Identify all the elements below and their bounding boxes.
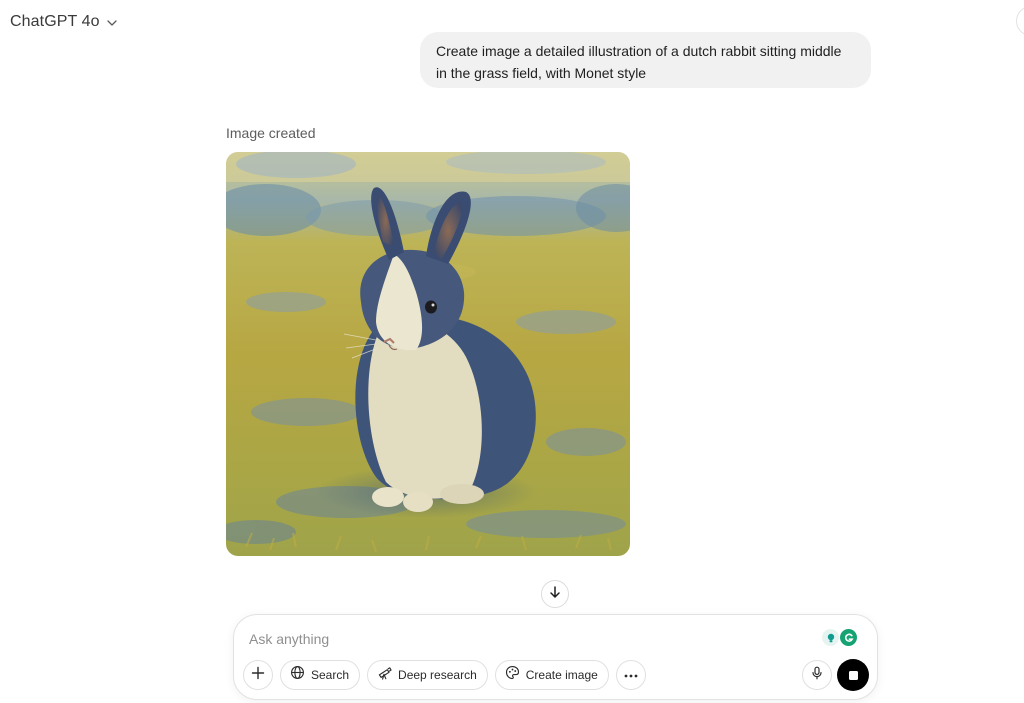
prompt-input[interactable] [249, 629, 809, 649]
search-label: Search [311, 668, 350, 682]
palette-icon [505, 665, 520, 685]
user-message: Create image a detailed illustration of … [420, 32, 871, 88]
scroll-to-bottom-button[interactable] [541, 580, 569, 608]
model-switcher[interactable]: ChatGPT 4o [4, 8, 124, 36]
grammarly-icon[interactable] [840, 629, 857, 646]
deep-research-button[interactable]: Deep research [367, 660, 488, 690]
telescope-icon [377, 665, 392, 685]
more-tools-button[interactable] [615, 660, 646, 690]
plus-icon [251, 666, 265, 685]
image-created-label: Image created [226, 125, 316, 141]
microphone-icon [810, 666, 824, 685]
chevron-down-icon [106, 17, 118, 29]
rabbit-painting [226, 152, 630, 556]
ellipsis-icon [623, 666, 639, 684]
lightbulb-icon[interactable] [822, 629, 839, 646]
dictate-button[interactable] [802, 660, 832, 690]
create-image-button[interactable]: Create image [494, 660, 609, 690]
generated-image[interactable] [226, 152, 630, 556]
profile-avatar[interactable] [1016, 6, 1024, 36]
create-image-label: Create image [525, 668, 598, 682]
stop-generating-button[interactable] [837, 659, 869, 691]
extension-icons [822, 629, 857, 646]
search-button[interactable]: Search [280, 660, 361, 690]
model-name: ChatGPT 4o [10, 13, 100, 30]
composer-toolbar: Search Deep research Create image [243, 660, 646, 690]
chat-page: ChatGPT 4o Create image a detailed illus… [0, 0, 1024, 703]
stop-icon [848, 670, 858, 680]
deep-research-label: Deep research [398, 668, 477, 682]
arrow-down-icon [548, 585, 562, 604]
globe-icon [290, 665, 305, 685]
add-button[interactable] [243, 660, 273, 690]
composer: Search Deep research Create image [233, 614, 878, 700]
